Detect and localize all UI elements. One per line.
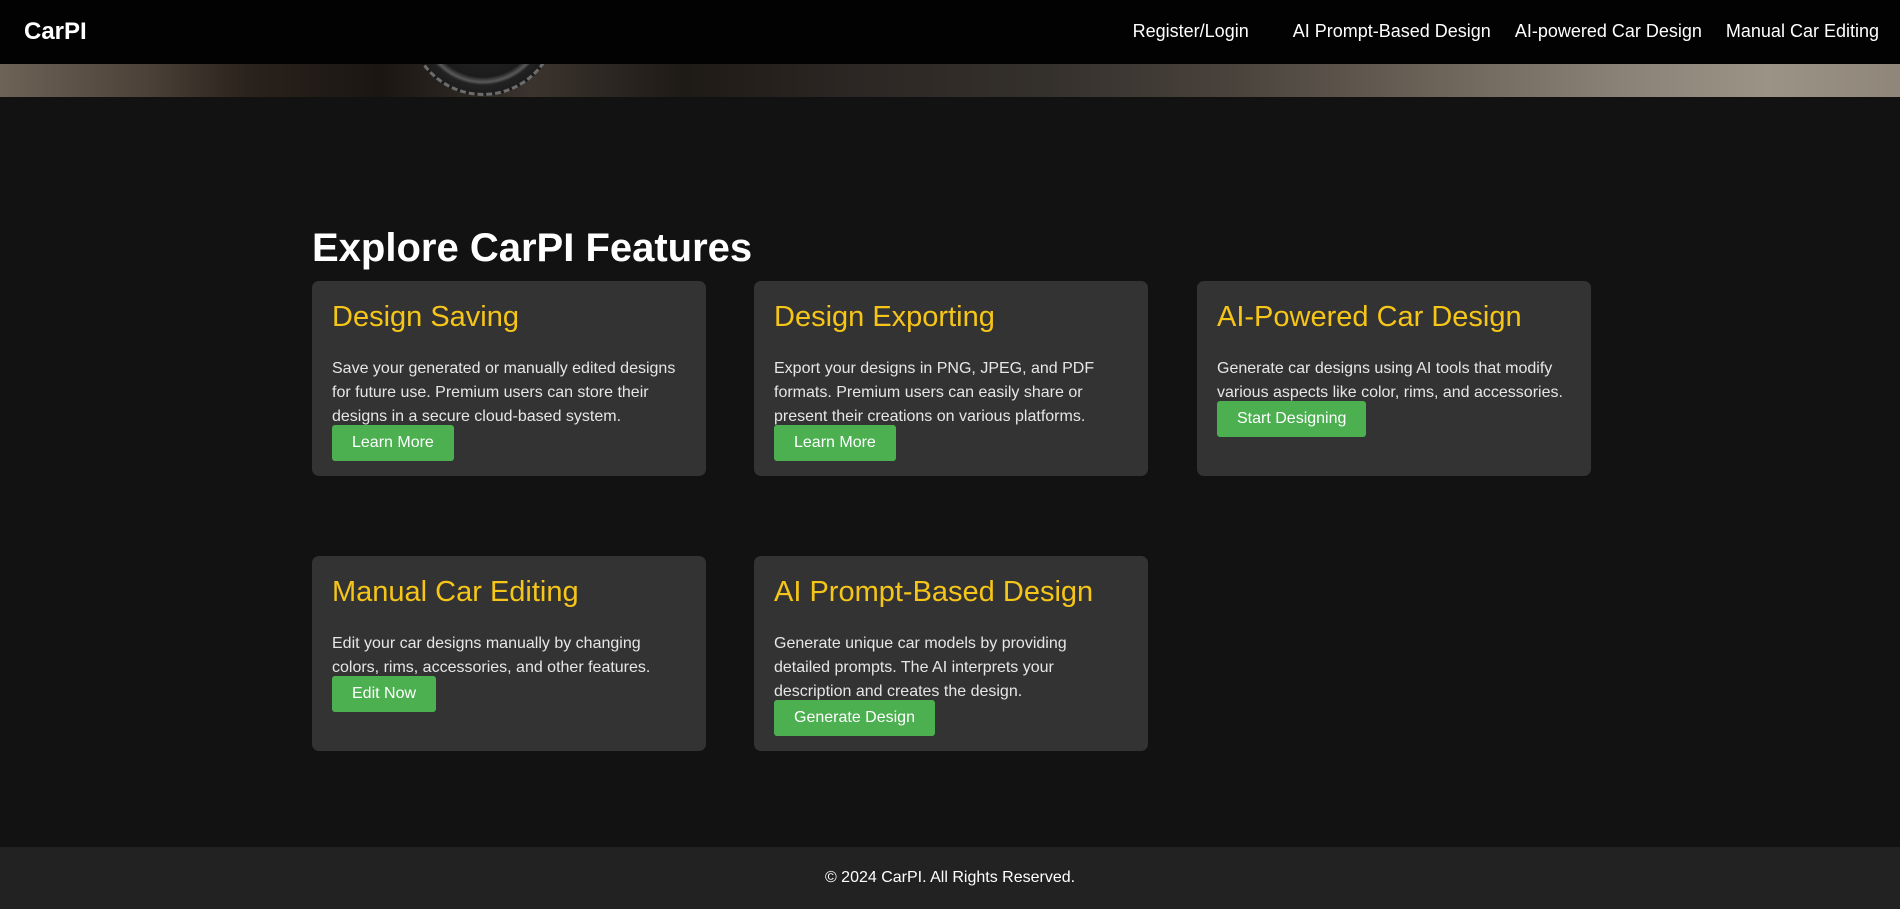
feature-card-design-exporting: Design Exporting Export your designs in … (754, 281, 1148, 476)
section-title: Explore CarPI Features (312, 226, 753, 270)
nav-link-ai-prompt-design[interactable]: AI Prompt-Based Design (1293, 21, 1491, 42)
feature-card-design-saving: Design Saving Save your generated or man… (312, 281, 706, 476)
learn-more-button[interactable]: Learn More (774, 425, 896, 461)
card-title: AI-Powered Car Design (1217, 301, 1522, 333)
card-description: Edit your car designs manually by changi… (332, 635, 651, 676)
card-description: Generate car designs using AI tools that… (1217, 360, 1563, 401)
card-description: Export your designs in PNG, JPEG, and PD… (774, 360, 1095, 425)
hero-image-strip (0, 64, 1900, 97)
card-title: Manual Car Editing (332, 576, 579, 608)
footer: © 2024 CarPI. All Rights Reserved. (0, 847, 1900, 909)
car-wheel-image (408, 64, 558, 97)
card-description: Save your generated or manually edited d… (332, 360, 676, 425)
nav-link-manual-editing[interactable]: Manual Car Editing (1726, 21, 1879, 42)
top-navbar: CarPI Register/Login AI Prompt-Based Des… (0, 0, 1900, 64)
card-title: Design Saving (332, 301, 519, 333)
copyright-text: © 2024 CarPI. All Rights Reserved. (824, 869, 1076, 886)
card-title: AI Prompt-Based Design (774, 576, 1094, 608)
feature-card-manual-editing: Manual Car Editing Edit your car designs… (312, 556, 706, 751)
learn-more-button[interactable]: Learn More (332, 425, 454, 461)
nav-link-register-login[interactable]: Register/Login (1133, 21, 1249, 42)
nav-links: Register/Login AI Prompt-Based Design AI… (1133, 21, 1879, 42)
card-description: Generate unique car models by providing … (774, 635, 1067, 700)
edit-now-button[interactable]: Edit Now (332, 676, 437, 712)
card-title: Design Exporting (774, 301, 995, 333)
feature-card-ai-powered-design: AI-Powered Car Design Generate car desig… (1197, 281, 1591, 476)
start-designing-button[interactable]: Start Designing (1217, 401, 1367, 437)
brand-logo[interactable]: CarPI (24, 18, 87, 46)
generate-design-button[interactable]: Generate Design (774, 700, 935, 736)
nav-link-ai-powered-design[interactable]: AI-powered Car Design (1515, 21, 1702, 42)
feature-card-ai-prompt-design: AI Prompt-Based Design Generate unique c… (754, 556, 1148, 751)
